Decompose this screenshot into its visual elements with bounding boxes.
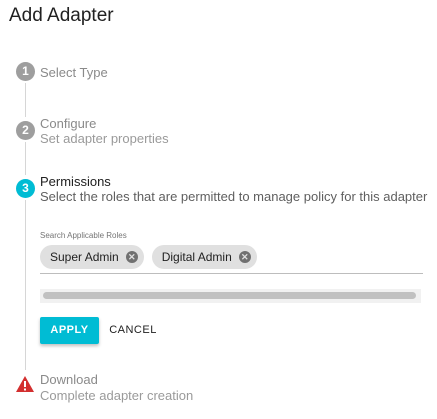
step-3-subtitle: Select the roles that are permitted to m…	[40, 189, 428, 204]
role-chip-digital-admin: Digital Admin ✕	[151, 245, 257, 269]
page-title: Add Adapter	[9, 5, 114, 26]
close-circle-icon[interactable]: ✕	[238, 251, 251, 263]
step-1-number: 1	[16, 62, 35, 81]
warning-icon	[16, 376, 34, 392]
horizontal-scrollbar[interactable]	[40, 289, 421, 303]
step-4-subtitle: Complete adapter creation	[40, 388, 194, 403]
step-2-subtitle: Set adapter properties	[40, 131, 169, 146]
stepper-connector	[25, 142, 26, 175]
scrollbar-thumb[interactable]	[43, 292, 416, 299]
step-2-title[interactable]: Configure	[40, 116, 96, 131]
step-3-number: 3	[16, 179, 35, 198]
close-circle-icon[interactable]: ✕	[125, 251, 138, 263]
stepper-connector	[25, 83, 26, 117]
step-1-title[interactable]: Select Type	[40, 65, 108, 80]
role-chip-super-admin: Super Admin ✕	[40, 245, 144, 269]
apply-button[interactable]: APPLY	[40, 317, 99, 344]
chip-label: Super Admin	[50, 250, 119, 264]
step-4-title[interactable]: Download	[40, 372, 98, 387]
step-2-number: 2	[16, 121, 35, 140]
cancel-button[interactable]: CANCEL	[104, 317, 162, 344]
step-3-title[interactable]: Permissions	[40, 174, 111, 189]
chip-label: Digital Admin	[161, 250, 232, 264]
roles-field-label: Search Applicable Roles	[40, 231, 127, 240]
roles-input-underline	[40, 273, 423, 274]
stepper-connector	[25, 200, 26, 370]
roles-chip-input[interactable]: Super Admin ✕ Digital Admin ✕	[40, 245, 257, 269]
